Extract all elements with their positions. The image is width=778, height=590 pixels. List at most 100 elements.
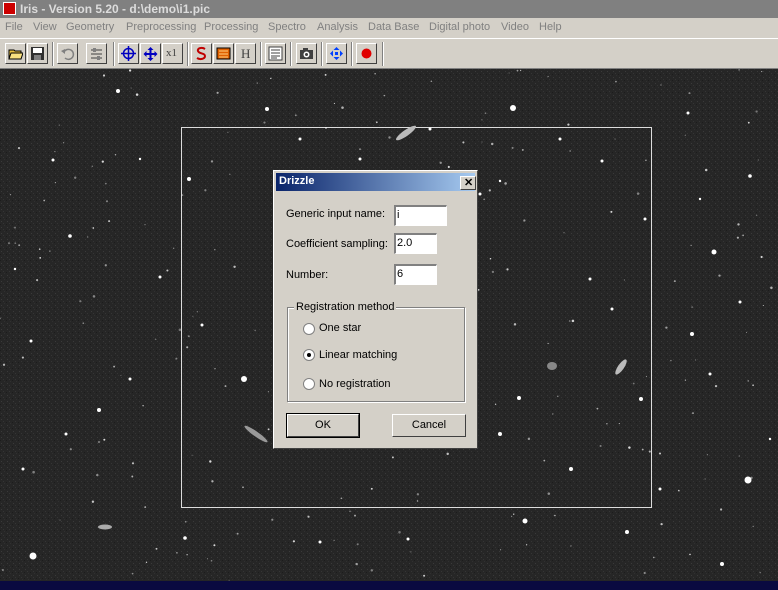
faint-star [103, 438, 106, 441]
toolbar-separator [52, 42, 54, 66]
list-button[interactable] [265, 43, 286, 64]
one-star-label[interactable]: One star [319, 322, 361, 334]
faint-star [184, 520, 187, 523]
record-button[interactable] [356, 43, 377, 64]
s-spiral-button[interactable] [191, 43, 212, 64]
star [610, 307, 614, 311]
faint-star [216, 91, 219, 94]
save-button[interactable] [27, 43, 48, 64]
faint-star [689, 553, 691, 556]
faint-star [2, 363, 6, 366]
undo-button[interactable] [57, 43, 78, 64]
toolbar-separator [260, 42, 262, 66]
menu-view[interactable]: View [33, 21, 57, 33]
faint-star [747, 121, 750, 124]
generic-input-field[interactable]: i [394, 205, 447, 226]
faint-star [341, 106, 344, 109]
faint-star [557, 395, 559, 398]
menu-preprocessing[interactable]: Preprocessing [126, 21, 196, 33]
faint-star [618, 423, 620, 425]
faint-star [543, 459, 546, 462]
open-folder-button[interactable] [5, 43, 26, 64]
window-title: Iris - Version 5.20 - d:\demo\i1.pic [20, 2, 211, 16]
number-field[interactable]: 6 [394, 264, 437, 285]
faint-star [333, 102, 336, 104]
faint-star [210, 160, 214, 163]
h-button[interactable]: H [235, 43, 256, 64]
menu-digital-photo[interactable]: Digital photo [429, 21, 490, 33]
move-arrows-button[interactable] [140, 43, 161, 64]
faint-star [74, 176, 77, 179]
star [711, 249, 717, 255]
faint-star [610, 210, 613, 213]
faint-star [101, 160, 104, 163]
faint-star [324, 73, 327, 76]
menu-file[interactable]: File [5, 21, 23, 33]
faint-star [606, 423, 608, 425]
faint-star [105, 200, 109, 203]
menu-spectro[interactable]: Spectro [268, 21, 306, 33]
star [498, 432, 502, 436]
faint-star [747, 380, 749, 382]
star [158, 275, 162, 279]
faint-star [87, 236, 89, 238]
faint-star [684, 134, 686, 136]
faint-star [178, 328, 182, 332]
close-icon: ✕ [464, 177, 474, 189]
radio-linear-matching[interactable] [303, 349, 315, 361]
faint-star [263, 121, 266, 124]
menu-geometry[interactable]: Geometry [66, 21, 114, 33]
faint-star [596, 407, 599, 410]
menu-help[interactable]: Help [539, 21, 562, 33]
adjust-button[interactable] [86, 43, 107, 64]
star [29, 339, 33, 343]
star [643, 217, 647, 221]
s-spiral-icon [196, 46, 207, 61]
faint-star [519, 69, 522, 72]
faint-star [211, 480, 214, 483]
radio-selected-dot [307, 353, 311, 357]
menu-database[interactable]: Data Base [368, 21, 419, 33]
close-button[interactable]: ✕ [460, 176, 476, 190]
radio-no-registration[interactable] [303, 378, 315, 390]
faint-star [355, 562, 358, 566]
faint-star [569, 320, 571, 322]
star [522, 518, 528, 524]
generic-input-label: Generic input name: [286, 208, 386, 220]
faint-star [521, 148, 524, 151]
faint-star [242, 486, 244, 489]
no-registration-label[interactable]: No registration [319, 378, 391, 390]
ok-button[interactable]: OK [286, 413, 360, 438]
coefficient-sampling-field[interactable]: 2.0 [394, 233, 437, 254]
crosshair-button[interactable] [118, 43, 139, 64]
camera-button[interactable] [296, 43, 317, 64]
zoom-x1-button[interactable]: x1 [162, 43, 183, 64]
faint-star [166, 269, 169, 272]
blue-arrows-button[interactable] [326, 43, 347, 64]
radio-one-star[interactable] [303, 323, 315, 335]
faint-star [186, 346, 189, 349]
galaxy [98, 524, 112, 530]
faint-star [114, 153, 117, 156]
menu-video[interactable]: Video [501, 21, 529, 33]
faint-star [462, 141, 465, 144]
palette-button[interactable] [213, 43, 234, 64]
menu-analysis[interactable]: Analysis [317, 21, 358, 33]
faint-star [233, 265, 236, 269]
faint-star [333, 539, 335, 542]
faint-star [632, 382, 635, 385]
faint-star [108, 220, 111, 223]
menu-processing[interactable]: Processing [204, 21, 258, 33]
faint-star [307, 515, 310, 518]
cancel-button[interactable]: Cancel [392, 414, 466, 437]
faint-star [18, 244, 21, 247]
faint-star [391, 456, 394, 459]
faint-star [481, 119, 483, 121]
faint-star [770, 286, 773, 289]
faint-star [430, 80, 433, 83]
star [698, 197, 702, 201]
linear-matching-label[interactable]: Linear matching [319, 349, 397, 361]
faint-star [552, 413, 554, 415]
faint-star [674, 280, 676, 282]
faint-star [254, 329, 256, 331]
